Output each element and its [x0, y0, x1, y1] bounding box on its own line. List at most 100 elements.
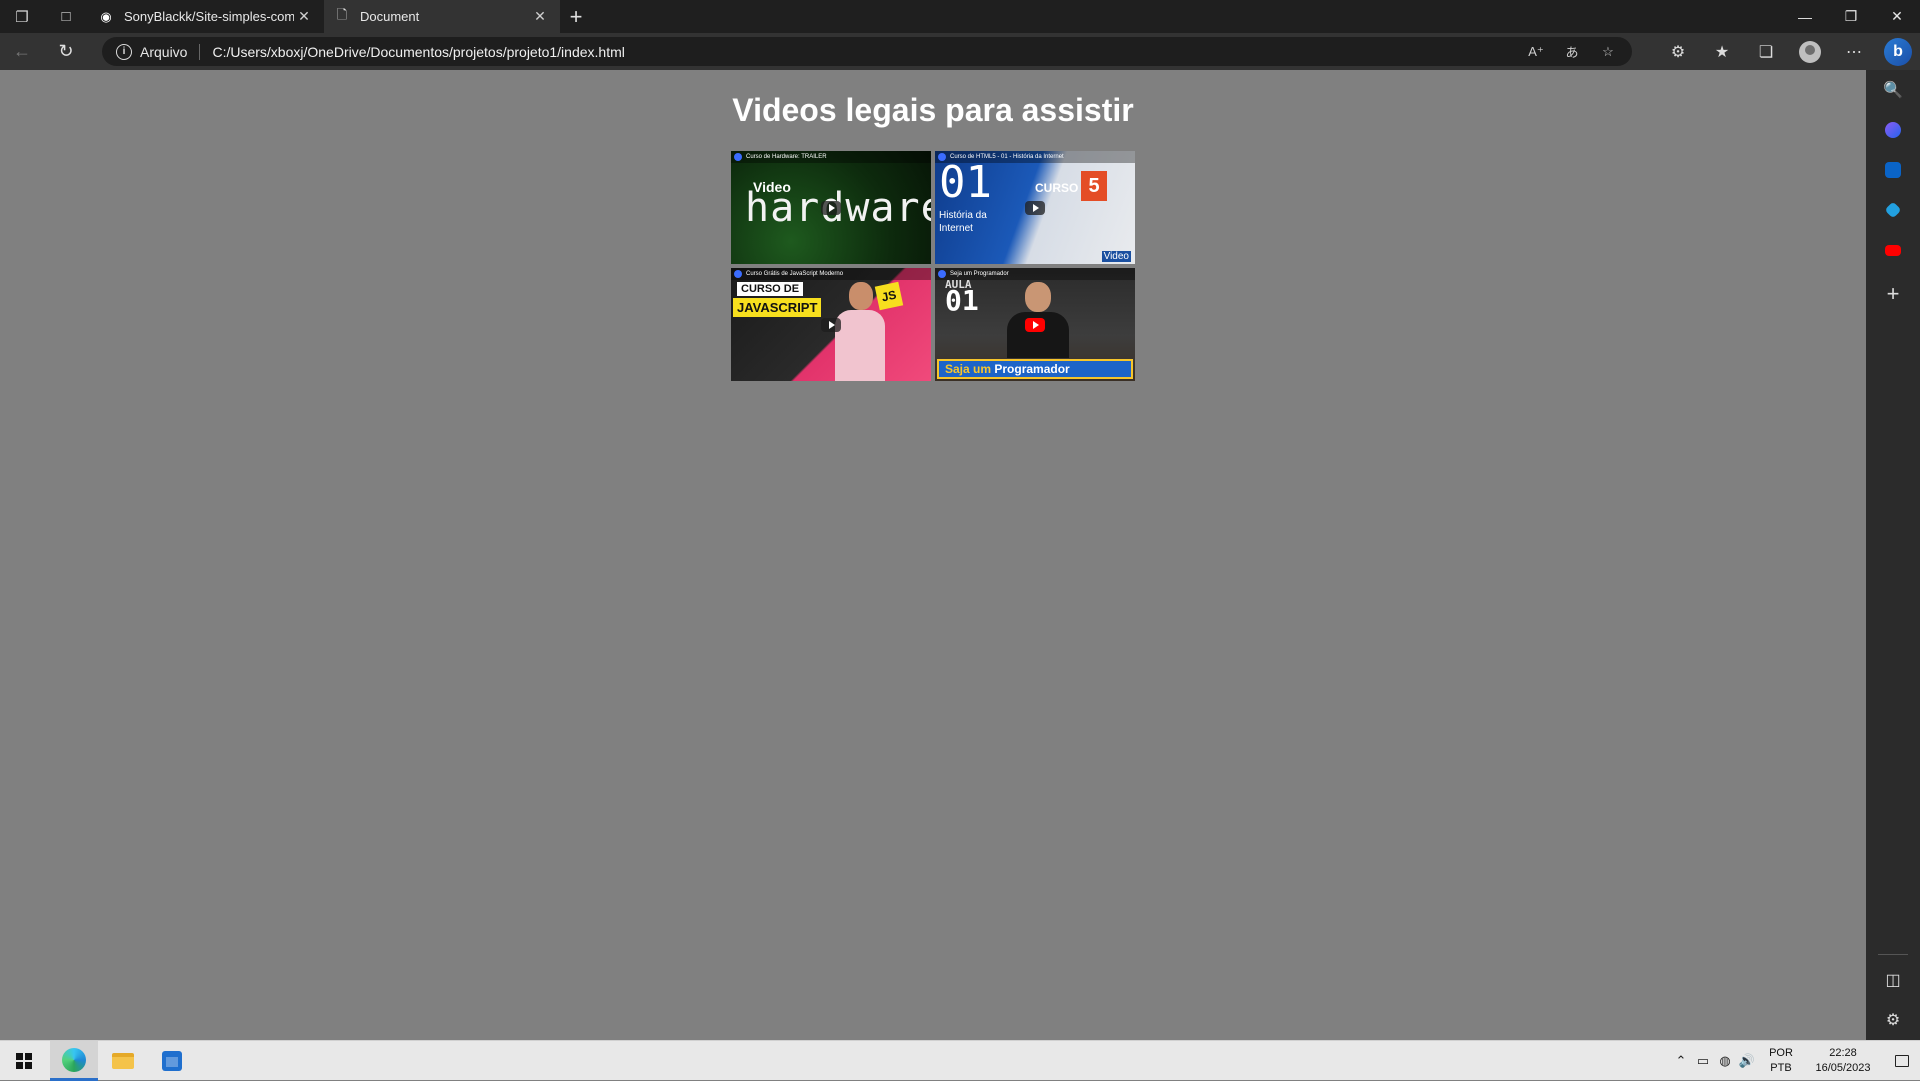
presenter-head: [1025, 282, 1051, 312]
play-icon[interactable]: [821, 317, 841, 332]
browser-toolbar: ⚙ ★ ❏ ⋯ b: [1656, 33, 1920, 70]
close-window-icon[interactable]: ✕: [1874, 0, 1920, 33]
back-icon[interactable]: ←: [0, 33, 44, 70]
sidebar-settings-icon[interactable]: ⚙: [1866, 1002, 1920, 1038]
site-info-label[interactable]: Arquivo: [140, 43, 201, 60]
search-icon[interactable]: 🔍: [1866, 72, 1920, 108]
close-tab-icon[interactable]: ✕: [294, 8, 314, 25]
outlook-dot: [1885, 162, 1901, 178]
lang-top: POR: [1769, 1047, 1793, 1059]
page-viewport: Videos legais para assistir Curso de Har…: [0, 70, 1866, 1040]
youtube-dot: [1885, 244, 1901, 256]
edge-logo-icon: [62, 1047, 86, 1072]
page-title: Videos legais para assistir: [732, 92, 1134, 128]
clock-date: 16/05/2023: [1815, 1062, 1871, 1074]
presenter-body: [835, 310, 885, 381]
folder-icon: [112, 1053, 134, 1069]
notifications-button[interactable]: [1884, 1041, 1920, 1081]
avatar: [1799, 40, 1821, 63]
video-embed-python[interactable]: Seja um Programador AULA 01 Saja um Prog…: [935, 268, 1135, 381]
workspaces-icon[interactable]: ❐: [0, 0, 44, 33]
play-icon[interactable]: [1025, 317, 1045, 332]
restore-icon[interactable]: ❐: [1828, 0, 1874, 33]
video-title[interactable]: Curso Grátis de JavaScript Moderno: [746, 271, 843, 277]
chevron-up-icon[interactable]: ⌃: [1670, 1053, 1692, 1069]
start-button[interactable]: [0, 1041, 48, 1081]
profile-avatar[interactable]: [1788, 33, 1832, 70]
taskbar-edge[interactable]: [50, 1041, 98, 1081]
clock[interactable]: 22:28 16/05/2023: [1802, 1046, 1884, 1076]
address-bar[interactable]: i Arquivo C:/Users/xboxj/OneDrive/Docume…: [102, 37, 1632, 66]
thumb-banner: Saja um Programador: [937, 359, 1133, 379]
lang-bottom: PTB: [1770, 1062, 1792, 1074]
thumb-sub-text: CURSO: [1035, 181, 1079, 195]
store-icon: [162, 1051, 182, 1071]
system-tray: ⌃ ▭ ◍ 🔊 POR PTB 22:28 16/05/2023: [1670, 1041, 1920, 1081]
add-favorite-icon[interactable]: ☆: [1590, 44, 1626, 60]
add-sidebar-app-icon[interactable]: +: [1866, 276, 1920, 312]
read-aloud-icon[interactable]: A⁺: [1518, 44, 1554, 60]
collections-icon[interactable]: ❏: [1744, 33, 1788, 70]
new-tab-button[interactable]: +: [560, 0, 592, 33]
games-icon[interactable]: [1866, 192, 1920, 228]
channel-icon: [734, 270, 742, 278]
video-title-bar: Curso de Hardware: TRAILER: [731, 151, 931, 163]
thumb-corner-text: Video: [1101, 251, 1131, 262]
close-tab-icon[interactable]: ✕: [530, 8, 550, 25]
minimize-icon[interactable]: —: [1782, 0, 1828, 33]
volume-icon[interactable]: 🔊: [1736, 1053, 1758, 1069]
youtube-icon[interactable]: [1866, 232, 1920, 268]
github-icon: ◉: [100, 8, 112, 24]
tab-github[interactable]: ◉ SonyBlackk/Site-simples-com-vic ✕: [88, 0, 324, 33]
battery-icon[interactable]: ▭: [1692, 1053, 1714, 1069]
windows-taskbar: ⌃ ▭ ◍ 🔊 POR PTB 22:28 16/05/2023: [0, 1040, 1920, 1081]
clock-time: 22:28: [1829, 1047, 1857, 1059]
video-embed-html5[interactable]: Curso de HTML5 - 01 - História da Intern…: [935, 151, 1135, 264]
copilot-icon[interactable]: [1866, 112, 1920, 148]
translate-icon[interactable]: あ: [1554, 42, 1590, 61]
navigation-bar: ← ↻ i Arquivo C:/Users/xboxj/OneDrive/Do…: [0, 33, 1920, 70]
bing-logo-icon: b: [1884, 37, 1912, 66]
video-grid: Curso de Hardware: TRAILER Video hardwar…: [731, 151, 1135, 381]
sidebar-divider: [1878, 954, 1908, 955]
extensions-icon[interactable]: ⚙: [1656, 33, 1700, 70]
play-icon[interactable]: [821, 200, 841, 215]
taskbar-store[interactable]: [148, 1041, 196, 1081]
url-text[interactable]: C:/Users/xboxj/OneDrive/Documentos/proje…: [212, 44, 624, 60]
refresh-icon[interactable]: ↻: [44, 33, 88, 70]
notification-icon: [1895, 1055, 1909, 1067]
thumb-banner-a: Saja um: [945, 362, 992, 376]
bing-chat-icon[interactable]: b: [1876, 33, 1920, 70]
more-options-icon[interactable]: ⋯: [1832, 33, 1876, 70]
tab-document[interactable]: 🗋 Document ✕: [324, 0, 560, 33]
thumb-line-2: JAVASCRIPT: [733, 298, 822, 317]
js-logo-icon: JS: [874, 281, 904, 311]
thumb-line-1: CURSO DE: [737, 282, 804, 296]
info-icon[interactable]: i: [116, 43, 132, 60]
video-title-bar: Curso Grátis de JavaScript Moderno: [731, 268, 931, 280]
presenter-head: [849, 282, 873, 310]
video-title[interactable]: Seja um Programador: [950, 271, 1009, 277]
video-embed-javascript[interactable]: Curso Grátis de JavaScript Moderno CURSO…: [731, 268, 931, 381]
thumb-number: 01: [939, 157, 992, 208]
thumb-number: 01: [945, 284, 979, 317]
windows-logo-icon: [16, 1053, 32, 1069]
tab-bar: ❐ □ ◉ SonyBlackk/Site-simples-com-vic ✕ …: [0, 0, 1920, 33]
play-icon[interactable]: [1025, 200, 1045, 215]
favorites-icon[interactable]: ★: [1700, 33, 1744, 70]
copilot-dot: [1885, 122, 1901, 138]
hide-sidebar-icon[interactable]: ◫: [1866, 962, 1920, 998]
network-icon[interactable]: ◍: [1714, 1053, 1736, 1069]
video-title[interactable]: Curso de Hardware: TRAILER: [746, 154, 827, 160]
tab-actions-icon[interactable]: □: [44, 0, 88, 33]
games-dot: [1884, 201, 1902, 219]
outlook-icon[interactable]: [1866, 152, 1920, 188]
video-embed-hardware[interactable]: Curso de Hardware: TRAILER Video hardwar…: [731, 151, 931, 264]
taskbar-file-explorer[interactable]: [99, 1041, 147, 1081]
input-language[interactable]: POR PTB: [1766, 1046, 1796, 1076]
document-icon: 🗋: [336, 6, 348, 22]
window-controls: — ❐ ✕: [1782, 0, 1920, 33]
channel-icon: [938, 270, 946, 278]
browser-window: ❐ □ ◉ SonyBlackk/Site-simples-com-vic ✕ …: [0, 0, 1920, 1040]
tab-label: SonyBlackk/Site-simples-com-vic: [124, 9, 294, 24]
